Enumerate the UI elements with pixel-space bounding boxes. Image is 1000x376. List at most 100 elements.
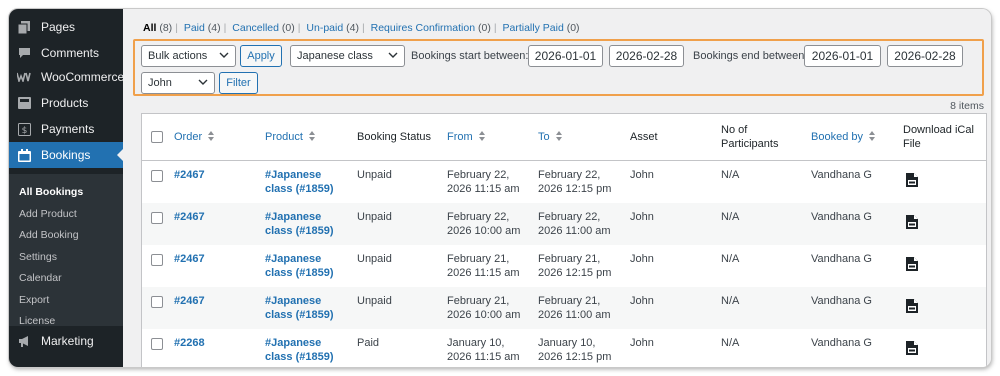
sidebar-item-bookings[interactable]: Bookings bbox=[9, 142, 123, 168]
submenu-calendar[interactable]: Calendar bbox=[19, 272, 62, 284]
product-link-line[interactable]: class (#1859) bbox=[265, 225, 334, 237]
product-link-line[interactable]: #Japanese bbox=[265, 337, 321, 349]
sidebar-item-comments[interactable]: Comments bbox=[9, 40, 123, 66]
status-unpaid-link[interactable]: Un-paid bbox=[306, 22, 343, 34]
product-link[interactable]: #Japanese class (#1859) bbox=[265, 294, 334, 322]
end-from-date-input[interactable]: 2026-01-01 bbox=[804, 45, 881, 67]
column-header-product[interactable]: Product bbox=[265, 114, 315, 160]
booked-by-name: Vandhana G bbox=[811, 295, 872, 307]
product-link-line[interactable]: class (#1859) bbox=[265, 351, 334, 363]
column-header-ical: Download iCal File bbox=[903, 114, 974, 160]
start-from-date-input[interactable]: 2026-01-01 bbox=[528, 45, 603, 67]
row-checkbox[interactable] bbox=[151, 338, 163, 350]
to-datetime-line: February 22, bbox=[538, 169, 601, 181]
to-datetime-line: 2026 12:15 pm bbox=[538, 267, 612, 279]
status-all-link[interactable]: All bbox=[143, 22, 156, 34]
ical-download-icon[interactable] bbox=[905, 172, 919, 188]
status-cancelled-link[interactable]: Cancelled bbox=[232, 22, 279, 34]
sidebar-item-payments[interactable]: $ Payments bbox=[9, 116, 123, 142]
product-link[interactable]: #Japanese class (#1859) bbox=[265, 336, 334, 364]
sidebar-item-label: Payments bbox=[41, 122, 95, 136]
status-partially-paid-link[interactable]: Partially Paid bbox=[503, 22, 564, 34]
column-label: To bbox=[538, 131, 550, 143]
submenu-all-bookings[interactable]: All Bookings bbox=[19, 186, 83, 198]
bookings-calendar-icon bbox=[17, 148, 31, 162]
ical-download-icon[interactable] bbox=[905, 256, 919, 272]
product-link-line[interactable]: #Japanese bbox=[265, 169, 321, 181]
from-datetime-line: 2026 11:15 am bbox=[447, 267, 520, 279]
booked-by-name: Vandhana G bbox=[811, 169, 872, 181]
booking-status: Paid bbox=[357, 337, 380, 349]
sort-arrows-icon bbox=[868, 131, 875, 143]
sidebar-item-label: Marketing bbox=[41, 334, 94, 348]
order-link[interactable]: #2467 bbox=[174, 252, 205, 266]
from-datetime-line: February 21, bbox=[447, 295, 510, 307]
participants-count: N/A bbox=[721, 337, 740, 349]
to-datetime: February 22, 2026 12:15 pm bbox=[538, 168, 611, 196]
ical-download-icon[interactable] bbox=[905, 214, 919, 230]
asset-name: John bbox=[630, 169, 654, 181]
order-link[interactable]: #2467 bbox=[174, 294, 205, 308]
order-link[interactable]: #2467 bbox=[174, 210, 205, 224]
to-datetime-line: January 10, bbox=[538, 337, 596, 349]
product-link-line[interactable]: #Japanese bbox=[265, 295, 321, 307]
participants-count: N/A bbox=[721, 253, 740, 265]
column-header-booking-status: Booking Status bbox=[357, 114, 431, 160]
product-link-line[interactable]: #Japanese bbox=[265, 253, 321, 265]
order-link[interactable]: #2467 bbox=[174, 168, 205, 182]
from-datetime-line: February 22, bbox=[447, 169, 510, 181]
apply-button[interactable]: Apply bbox=[240, 45, 282, 67]
product-link-line[interactable]: class (#1859) bbox=[265, 183, 334, 195]
submenu-add-booking[interactable]: Add Booking bbox=[19, 229, 79, 241]
to-datetime: February 21, 2026 12:15 pm bbox=[538, 252, 611, 280]
product-link-line[interactable]: class (#1859) bbox=[265, 309, 334, 321]
user-select[interactable]: John bbox=[141, 72, 215, 94]
submenu-license[interactable]: License bbox=[19, 315, 55, 327]
sidebar-item-products[interactable]: Products bbox=[9, 90, 123, 116]
app-window: Pages Comments WooCommerce Products $ Pa… bbox=[9, 9, 991, 367]
product-link[interactable]: #Japanese class (#1859) bbox=[265, 210, 334, 238]
status-requires-confirmation-link[interactable]: Requires Confirmation bbox=[371, 22, 475, 34]
bulk-actions-select[interactable]: Bulk actions bbox=[141, 45, 236, 67]
product-link-line[interactable]: class (#1859) bbox=[265, 267, 334, 279]
bookings-end-label: Bookings end between: bbox=[693, 50, 808, 62]
row-checkbox[interactable] bbox=[151, 170, 163, 182]
sidebar-item-marketing[interactable]: Marketing bbox=[9, 328, 123, 354]
booked-by-name: Vandhana G bbox=[811, 253, 872, 265]
filter-button[interactable]: Filter bbox=[219, 72, 258, 94]
end-to-date-input[interactable]: 2026-02-28 bbox=[887, 45, 963, 67]
submenu-settings[interactable]: Settings bbox=[19, 251, 57, 263]
product-link-line[interactable]: #Japanese bbox=[265, 211, 321, 223]
select-all-checkbox[interactable] bbox=[151, 131, 163, 143]
column-header-order[interactable]: Order bbox=[174, 114, 215, 160]
column-header-booked-by[interactable]: Booked by bbox=[811, 114, 875, 160]
column-header-to[interactable]: To bbox=[538, 114, 562, 160]
column-header-from[interactable]: From bbox=[447, 114, 485, 160]
sidebar-item-pages[interactable]: Pages bbox=[9, 14, 123, 40]
ical-download-icon[interactable] bbox=[905, 340, 919, 356]
from-datetime-line: February 21, bbox=[447, 253, 510, 265]
status-paid-link[interactable]: Paid bbox=[184, 22, 205, 34]
chevron-down-icon bbox=[219, 52, 229, 58]
product-select[interactable]: Japanese class bbox=[290, 45, 405, 67]
order-link[interactable]: #2268 bbox=[174, 336, 205, 350]
from-datetime-line: 2026 10:00 am bbox=[447, 225, 521, 237]
sidebar-item-woocommerce[interactable]: WooCommerce bbox=[9, 64, 124, 90]
product-link[interactable]: #Japanese class (#1859) bbox=[265, 168, 334, 196]
row-checkbox[interactable] bbox=[151, 296, 163, 308]
start-to-date-input[interactable]: 2026-02-28 bbox=[609, 45, 684, 67]
sort-arrows-icon bbox=[555, 131, 562, 143]
to-datetime: February 22, 2026 11:00 am bbox=[538, 210, 611, 238]
row-checkbox[interactable] bbox=[151, 212, 163, 224]
booking-status: Unpaid bbox=[357, 211, 392, 223]
product-link[interactable]: #Japanese class (#1859) bbox=[265, 252, 334, 280]
column-label: No of bbox=[721, 124, 748, 136]
status-paid-count: (4) bbox=[207, 22, 221, 34]
to-datetime-line: February 21, bbox=[538, 253, 601, 265]
row-checkbox[interactable] bbox=[151, 254, 163, 266]
table-row: #2268 #Japanese class (#1859) Paid January 1… bbox=[142, 329, 986, 367]
ical-download-icon[interactable] bbox=[905, 298, 919, 314]
submenu-add-product[interactable]: Add Product bbox=[19, 208, 77, 220]
status-partially-paid-count: (0) bbox=[566, 22, 580, 34]
submenu-export[interactable]: Export bbox=[19, 294, 49, 306]
